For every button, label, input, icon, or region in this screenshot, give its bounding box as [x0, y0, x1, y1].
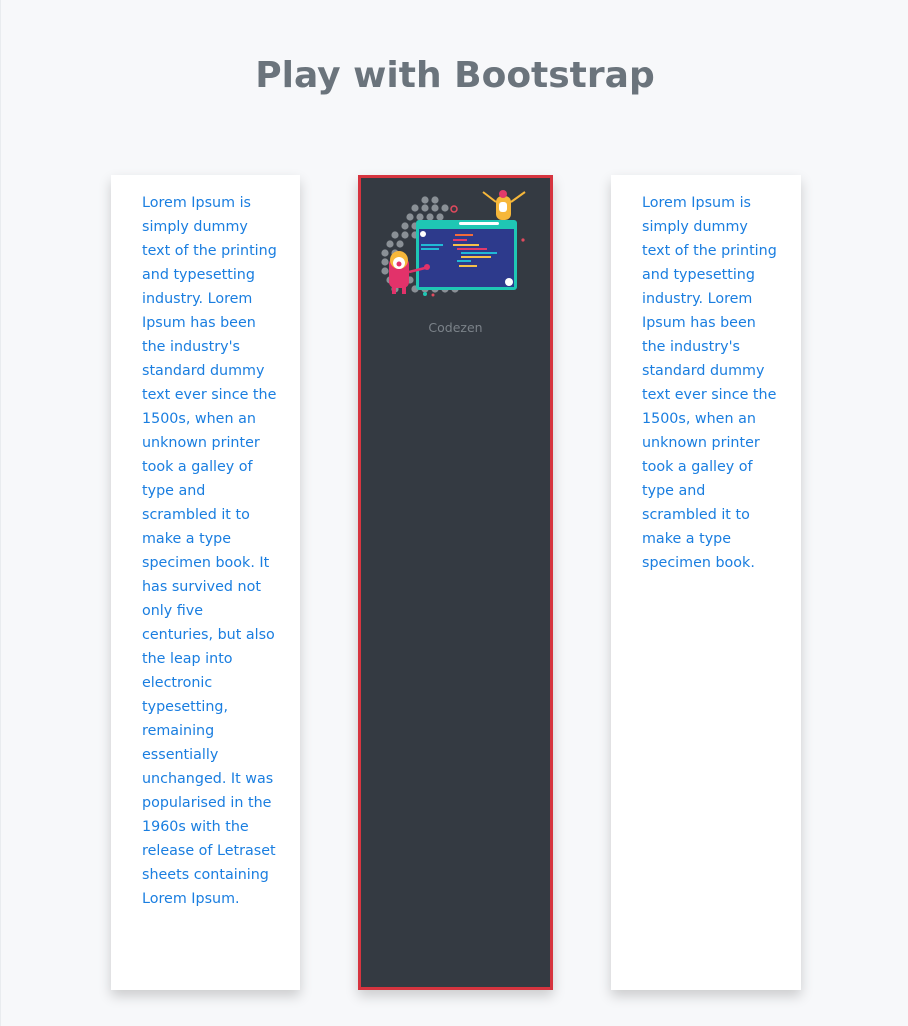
page: Play with Bootstrap Lorem Ipsum is simpl… [0, 0, 908, 1026]
page-title: Play with Bootstrap [255, 55, 655, 96]
card-middle-caption: Codezen [428, 320, 483, 335]
card-right: Lorem Ipsum is simply dummy text of the … [611, 175, 801, 990]
card-left: Lorem Ipsum is simply dummy text of the … [111, 175, 300, 990]
card-middle[interactable]: Codezen [358, 175, 553, 990]
card-right-text: Lorem Ipsum is simply dummy text of the … [642, 195, 777, 571]
card-left-text: Lorem Ipsum is simply dummy text of the … [142, 195, 277, 907]
coding-illustration-icon [381, 190, 526, 297]
